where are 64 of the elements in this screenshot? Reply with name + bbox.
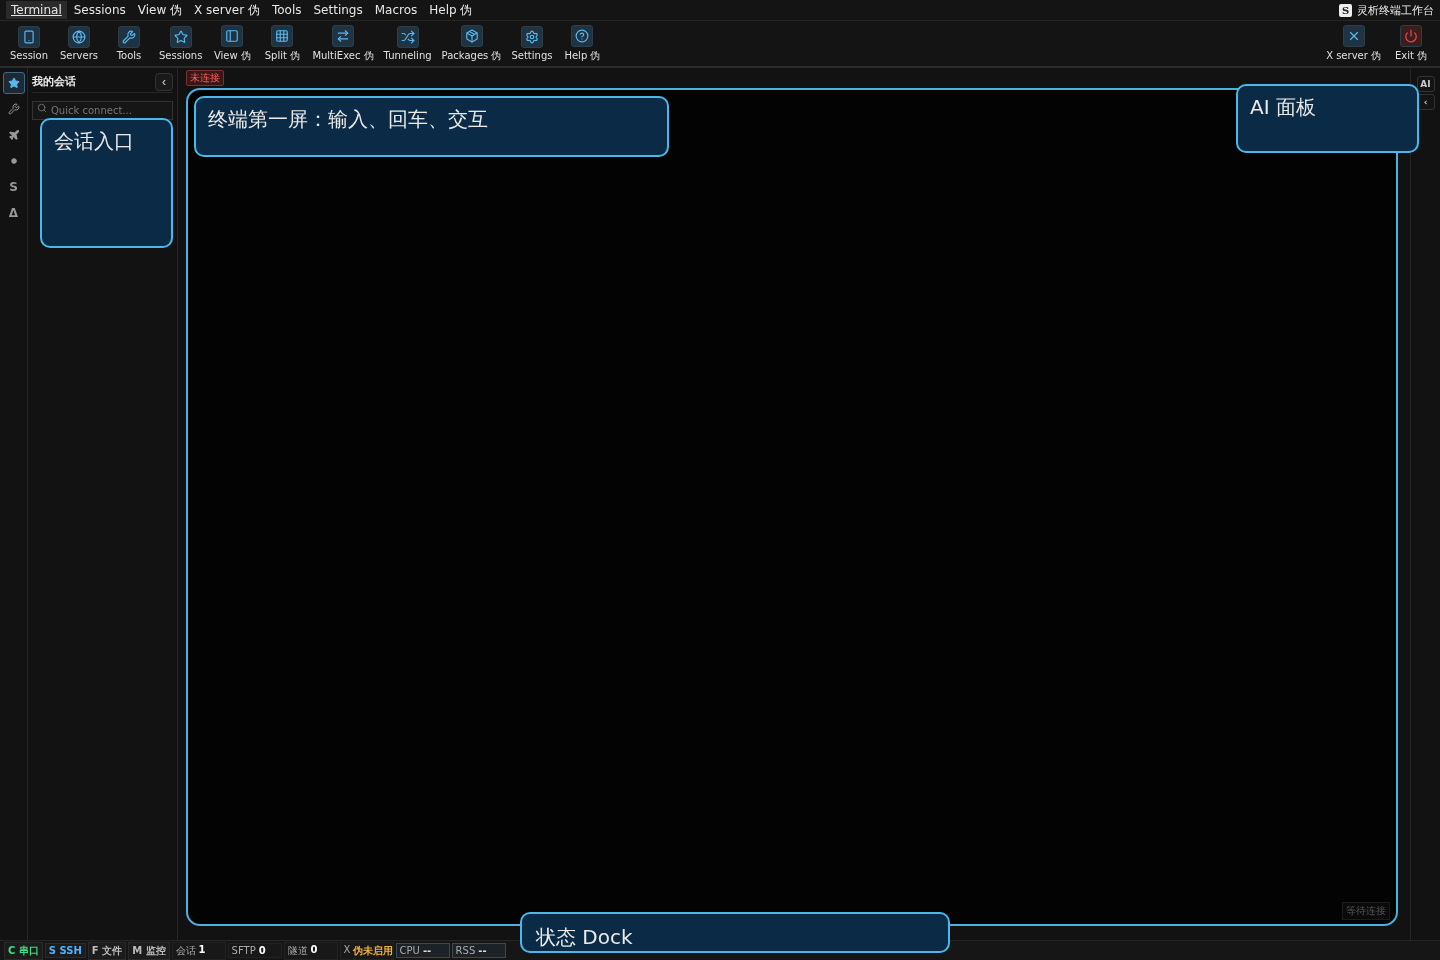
status-tag[interactable]: F 文件: [87, 941, 127, 960]
menu-item[interactable]: View 伪: [132, 0, 188, 21]
package-icon: [460, 24, 483, 47]
status-tag[interactable]: S SSH: [44, 943, 86, 958]
menu-item[interactable]: Settings: [308, 1, 368, 19]
menu-item[interactable]: Tools: [266, 1, 307, 19]
status-label: 隧道: [287, 943, 308, 958]
tools-icon: [118, 26, 140, 48]
toolbar-button[interactable]: Exit 伪: [1386, 24, 1436, 63]
toolbar-button[interactable]: Split 伪: [257, 24, 308, 63]
status-label: 会话: [175, 943, 196, 958]
shuffle-icon: [396, 26, 419, 48]
settings-icon: [520, 26, 543, 48]
globe-icon: [68, 26, 90, 48]
power-icon: [1400, 24, 1422, 47]
app-title: 灵析终端工作台: [1357, 2, 1434, 18]
toolbar-button[interactable]: Settings: [506, 26, 558, 61]
search-icon: [37, 103, 47, 113]
toolbar-button[interactable]: Tunneling: [378, 26, 437, 61]
annotation-callout: 会话入口: [40, 118, 173, 248]
status-label: SFTP: [231, 945, 256, 956]
status-label: RSS: [455, 945, 476, 956]
app-logo: S: [1339, 3, 1352, 17]
connection-status: 未连接: [186, 70, 224, 86]
status-value: 1: [198, 943, 206, 957]
rail-button[interactable]: AI: [1416, 76, 1435, 92]
menu-item[interactable]: X server 伪: [189, 0, 265, 21]
close-icon: [1342, 24, 1365, 47]
toolbar-button[interactable]: Tools: [104, 26, 154, 61]
status-value: --: [478, 945, 487, 956]
waiting-label: 等待连接: [1342, 902, 1390, 920]
rail-button[interactable]: S: [2, 176, 25, 198]
grid-icon: [271, 24, 294, 47]
panel-icon: [221, 24, 244, 47]
menu-item[interactable]: Sessions: [68, 1, 131, 19]
status-value: 伪未启用: [353, 943, 394, 958]
sidebar-title: 我的会话: [32, 74, 76, 89]
toolbar-button[interactable]: Packages 伪: [436, 24, 507, 63]
toolbar-button[interactable]: Sessions: [154, 26, 208, 61]
rail-button[interactable]: Δ: [2, 202, 25, 224]
menu-item[interactable]: Help 伪: [424, 0, 478, 21]
status-value: 0: [310, 943, 318, 957]
status-tag[interactable]: C 串口: [4, 941, 43, 960]
phone-icon: [18, 26, 40, 48]
toolbar-button[interactable]: MultiExec 伪: [307, 24, 379, 63]
search-field[interactable]: Quick connect...: [32, 101, 173, 120]
toolbar-button[interactable]: Help 伪: [557, 24, 608, 63]
menu-item[interactable]: Macros: [369, 1, 423, 19]
annotation-callout: AI 面板: [1236, 84, 1419, 153]
annotation-callout: 状态 Dock: [520, 912, 950, 953]
menu-item[interactable]: Terminal: [6, 1, 67, 19]
help-icon: [571, 24, 594, 47]
toolbar-button[interactable]: Session: [4, 26, 54, 61]
toolbar-button[interactable]: Servers: [54, 26, 104, 61]
arrows-icon: [331, 24, 354, 47]
toolbar-button[interactable]: X server 伪: [1321, 24, 1386, 63]
collapse-button[interactable]: ‹: [155, 72, 173, 91]
toolbar-button[interactable]: View 伪: [207, 24, 258, 63]
annotation-callout: 终端第一屏：输入、回车、交互: [194, 96, 669, 157]
status-tag[interactable]: M 监控: [128, 941, 170, 960]
status-value: 0: [258, 945, 266, 956]
status-label: X: [343, 943, 351, 957]
status-label: CPU: [399, 945, 420, 956]
status-value: --: [422, 945, 432, 956]
